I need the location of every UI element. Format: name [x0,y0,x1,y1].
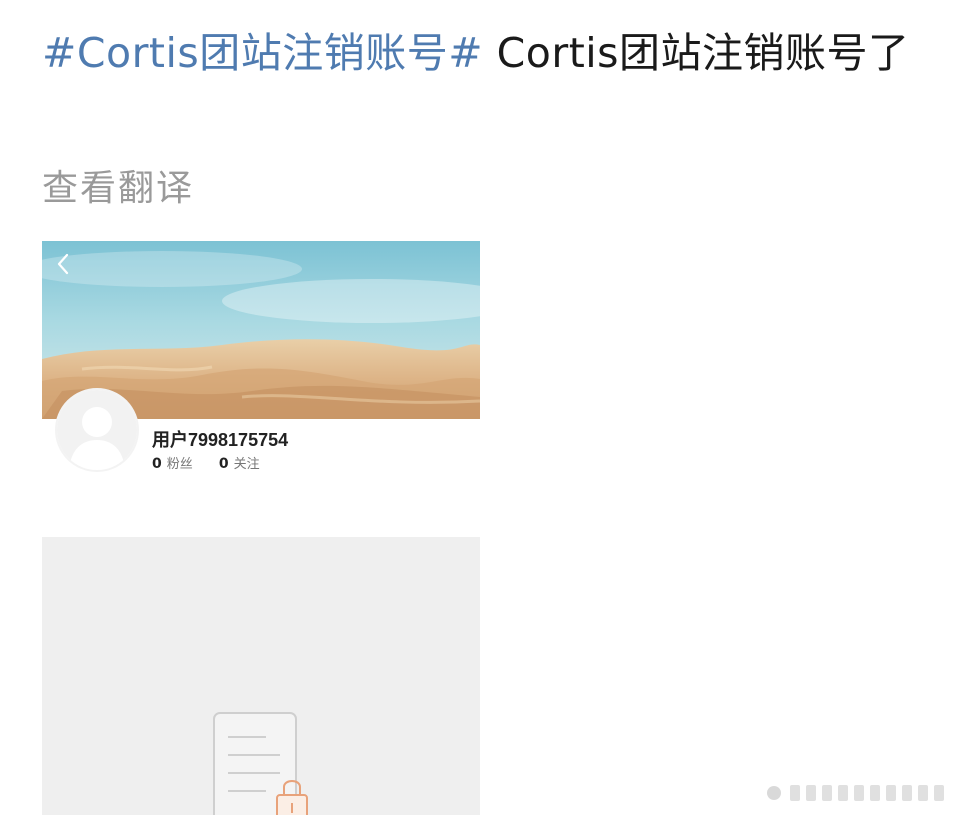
profile-username: 用户7998175754 [152,430,289,450]
profile-stats: 0 粉丝 0 关注 [152,453,282,472]
post-text: #Cortis团站注销账号# Cortis团站注销账号了 [42,20,932,87]
followers-label: 粉丝 [166,457,193,472]
translate-link[interactable]: 查看翻译 [42,164,194,214]
following-label: 关注 [233,457,260,472]
locked-content-image[interactable] [42,537,480,815]
following-count: 0 [218,456,229,472]
hashtag-link[interactable]: #Cortis团站注销账号# [42,29,483,77]
followers-stat: 0 粉丝 [152,453,193,472]
followers-count: 0 [152,456,162,472]
default-avatar-icon [57,390,137,470]
post-body: Cortis团站注销账号了 [483,29,910,77]
weibo-post: #Cortis团站注销账号# Cortis团站注销账号了 查看翻译 用户7998… [0,0,960,815]
chevron-left-icon[interactable] [52,251,74,277]
profile-card-image[interactable]: 用户7998175754 0 粉丝 0 关注 [42,241,480,491]
locked-document-icon [213,712,308,815]
avatar[interactable] [55,388,139,472]
following-stat: 0 关注 [219,453,260,472]
weibo-watermark-icon [767,785,944,801]
